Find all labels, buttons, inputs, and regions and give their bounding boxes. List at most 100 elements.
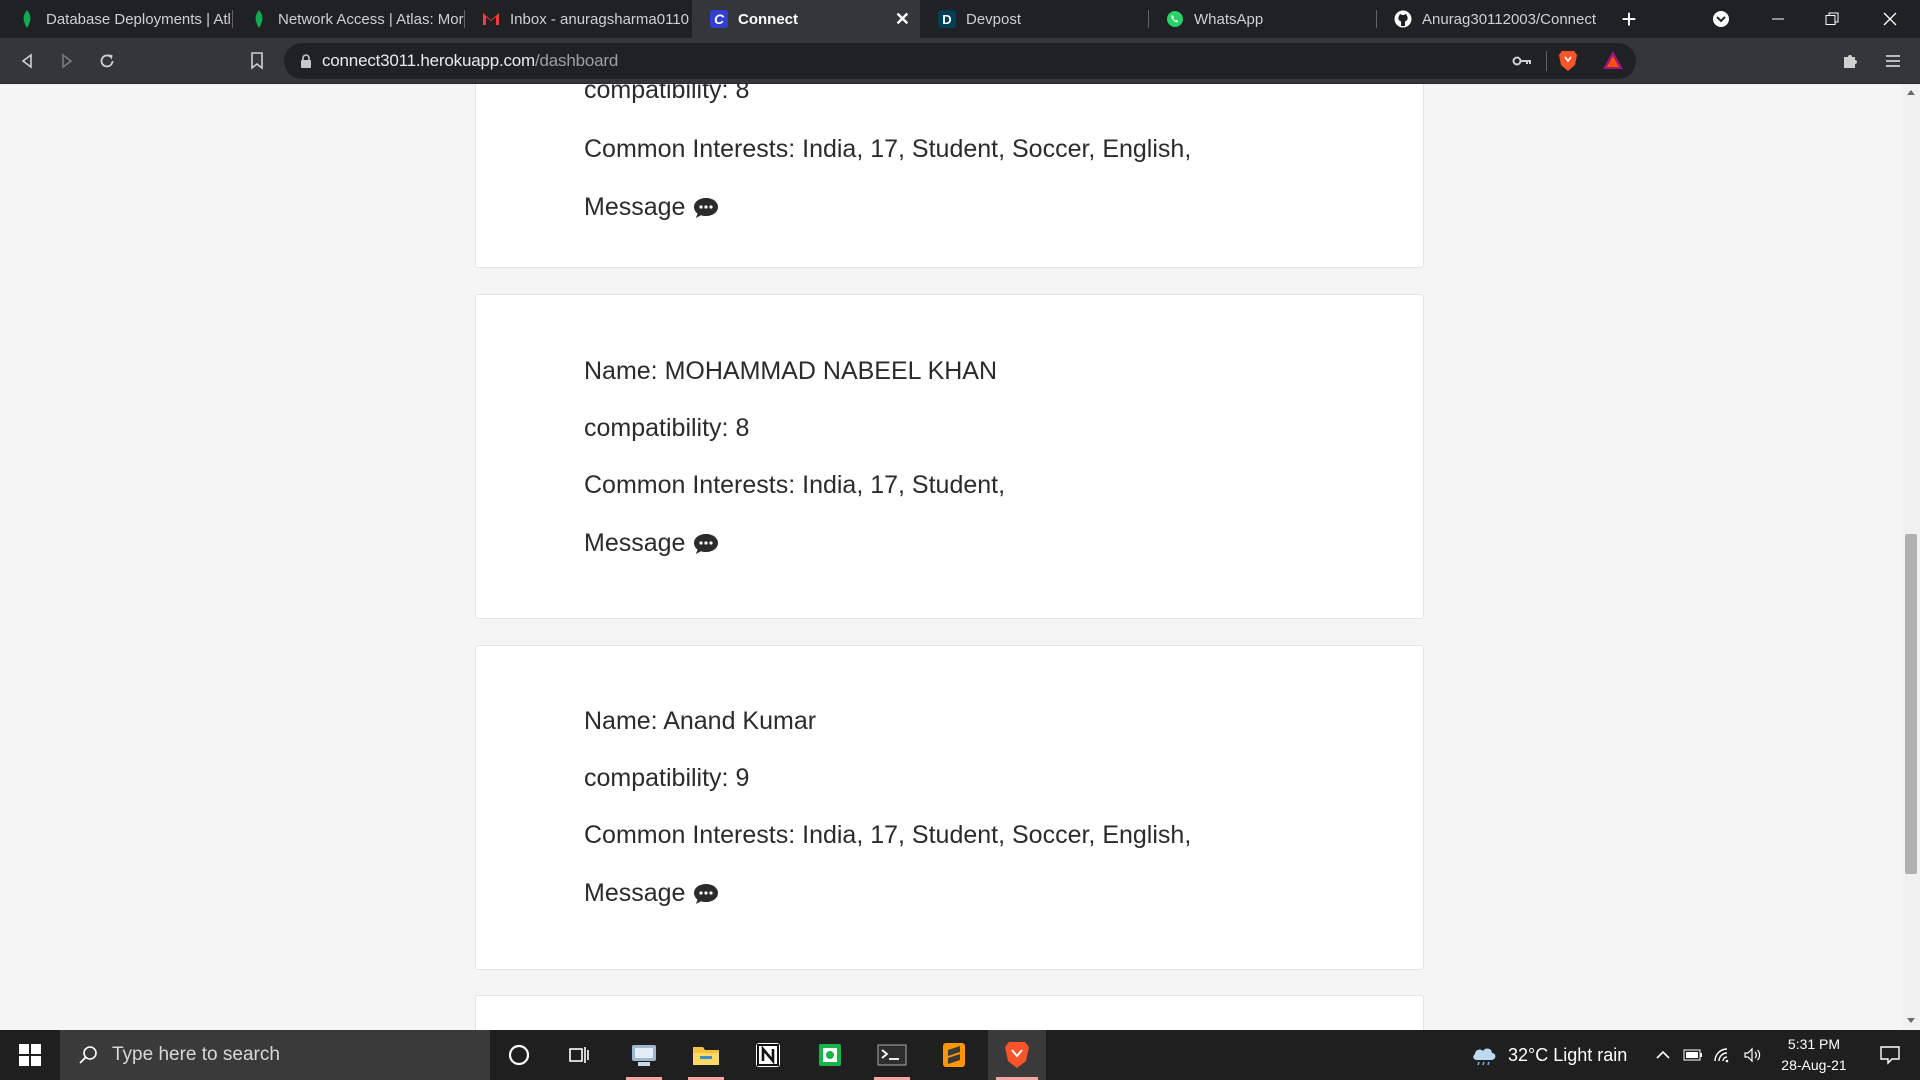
forward-arrow-icon bbox=[62, 53, 73, 69]
minimize-icon bbox=[1772, 18, 1784, 20]
tab-label: Connect bbox=[738, 10, 798, 28]
taskbar-app-green[interactable] bbox=[804, 1030, 856, 1080]
tab-whatsapp[interactable]: WhatsApp bbox=[1148, 0, 1376, 38]
whatsapp-icon bbox=[1166, 10, 1184, 28]
cortana-circle-icon bbox=[508, 1044, 530, 1066]
tab-label: Database Deployments | Atl bbox=[46, 10, 231, 28]
search-placeholder: Type here to search bbox=[112, 1044, 280, 1065]
minimize-button[interactable] bbox=[1760, 0, 1796, 38]
tab-label: Devpost bbox=[966, 10, 1022, 28]
taskbar-app-terminal[interactable] bbox=[866, 1030, 918, 1080]
rain-cloud-icon bbox=[1473, 1048, 1496, 1066]
devpost-d-icon: D bbox=[938, 10, 956, 28]
sublime-text-icon bbox=[943, 1043, 965, 1067]
message-label: Message bbox=[584, 193, 686, 221]
notifications-button[interactable] bbox=[1862, 1030, 1918, 1080]
weather-widget[interactable]: 32°C Light rain bbox=[1470, 1030, 1640, 1080]
folder-icon bbox=[693, 1047, 719, 1065]
message-link[interactable]: Message bbox=[584, 879, 719, 908]
match-card: Name: Anand Kumar compatibility: 9 Commo… bbox=[475, 645, 1424, 970]
taskbar-app-remote-desktop[interactable] bbox=[618, 1030, 670, 1080]
back-arrow-icon bbox=[21, 53, 32, 69]
notion-icon bbox=[756, 1043, 780, 1067]
chat-bubble-icon bbox=[693, 882, 719, 906]
restore-icon bbox=[1825, 12, 1839, 25]
reload-icon bbox=[100, 54, 114, 68]
chat-bubble-icon bbox=[693, 196, 719, 220]
taskbar-app-brave[interactable] bbox=[988, 1030, 1046, 1080]
message-label: Message bbox=[584, 529, 686, 557]
restore-button[interactable] bbox=[1814, 0, 1850, 38]
url-text: connect3011.herokuapp.com/dashboard bbox=[322, 51, 618, 71]
tab-github-repo[interactable]: Anurag30112003/Connect bbox=[1376, 0, 1596, 38]
scroll-up-arrow-icon[interactable] bbox=[1907, 90, 1915, 95]
match-common-interests: Common Interests: India, 17, Student, So… bbox=[584, 821, 1192, 849]
new-tab-button[interactable]: + bbox=[1614, 0, 1644, 38]
extensions-button[interactable] bbox=[1836, 46, 1866, 76]
show-hidden-icons-button[interactable] bbox=[1652, 1030, 1674, 1080]
key-icon[interactable] bbox=[1512, 52, 1532, 70]
message-link[interactable]: Message bbox=[584, 193, 719, 222]
chevron-up-icon bbox=[1656, 1050, 1670, 1059]
terminal-icon bbox=[877, 1044, 907, 1066]
close-tab-icon[interactable]: ✕ bbox=[895, 9, 910, 30]
address-bar[interactable]: connect3011.herokuapp.com/dashboard bbox=[284, 43, 1636, 79]
tab-connect[interactable]: C Connect ✕ bbox=[692, 0, 920, 38]
task-view-icon bbox=[569, 1047, 589, 1063]
tab-label: Network Access | Atlas: Mor bbox=[278, 10, 464, 28]
page-viewport: compatibility: 8 Common Interests: India… bbox=[0, 84, 1902, 1030]
start-button[interactable] bbox=[0, 1030, 60, 1080]
tab-database-deployments[interactable]: Database Deployments | Atl bbox=[0, 0, 232, 38]
scroll-down-arrow-icon[interactable] bbox=[1907, 1018, 1915, 1023]
tab-strip: Database Deployments | Atl Network Acces… bbox=[0, 0, 1920, 38]
bookmark-button[interactable] bbox=[242, 46, 272, 76]
task-view-button[interactable] bbox=[554, 1030, 604, 1080]
match-name: Name: MOHAMMAD NABEEL KHAN bbox=[584, 357, 998, 385]
menu-button[interactable] bbox=[1878, 46, 1908, 76]
tab-label: Anurag30112003/Connect bbox=[1422, 10, 1596, 28]
taskbar-app-notion[interactable] bbox=[742, 1030, 794, 1080]
close-window-button[interactable] bbox=[1872, 0, 1908, 38]
match-card: Name: MOHAMMAD NABEEL KHAN compatibility… bbox=[475, 294, 1424, 619]
browser-toolbar: connect3011.herokuapp.com/dashboard bbox=[0, 38, 1920, 84]
tab-search-button[interactable] bbox=[1706, 0, 1736, 38]
message-link[interactable]: Message bbox=[584, 529, 719, 558]
url-path: /dashboard bbox=[535, 51, 619, 70]
forward-button[interactable] bbox=[52, 46, 82, 76]
mongodb-leaf-icon bbox=[18, 10, 36, 28]
match-card: compatibility: 8 Common Interests: India… bbox=[475, 84, 1424, 268]
scrollbar-thumb[interactable] bbox=[1905, 534, 1917, 874]
tab-gmail-inbox[interactable]: Inbox - anuragsharma0110 bbox=[464, 0, 692, 38]
back-button[interactable] bbox=[12, 46, 42, 76]
reload-button[interactable] bbox=[92, 46, 122, 76]
clock-time: 5:31 PM bbox=[1787, 1036, 1841, 1052]
match-common-interests: Common Interests: India, 17, Student, So… bbox=[584, 135, 1192, 163]
match-card bbox=[475, 995, 1424, 1030]
notification-center-icon bbox=[1880, 1046, 1900, 1065]
taskbar-app-sublime-text[interactable] bbox=[928, 1030, 980, 1080]
brave-shields-icon[interactable] bbox=[1558, 49, 1578, 73]
brave-rewards-icon[interactable] bbox=[1602, 50, 1624, 70]
bookmark-icon bbox=[251, 52, 263, 70]
page-scrollbar[interactable] bbox=[1902, 84, 1920, 1030]
volume-icon[interactable] bbox=[1740, 1030, 1766, 1080]
weather-text: 32°C Light rain bbox=[1508, 1044, 1628, 1065]
tab-network-access[interactable]: Network Access | Atlas: Mor bbox=[232, 0, 464, 38]
tab-label: Inbox - anuragsharma0110 bbox=[510, 10, 690, 28]
cortana-button[interactable] bbox=[494, 1030, 544, 1080]
gmail-icon bbox=[482, 10, 500, 28]
lock-icon bbox=[300, 54, 312, 68]
wifi-icon[interactable] bbox=[1710, 1030, 1736, 1080]
clock-date: 28-Aug-21 bbox=[1781, 1057, 1847, 1073]
taskbar-search-box[interactable]: Type here to search bbox=[60, 1030, 490, 1080]
green-app-icon bbox=[819, 1044, 841, 1066]
match-name: Name: Anand Kumar bbox=[584, 707, 817, 735]
system-clock[interactable]: 5:31 PM 28-Aug-21 bbox=[1770, 1034, 1858, 1076]
chat-bubble-icon bbox=[693, 532, 719, 556]
connect-c-icon: C bbox=[710, 10, 728, 28]
taskbar-app-file-explorer[interactable] bbox=[680, 1030, 732, 1080]
url-host: connect3011.herokuapp.com bbox=[322, 51, 536, 70]
tab-devpost[interactable]: D Devpost bbox=[920, 0, 1148, 38]
battery-icon[interactable] bbox=[1680, 1030, 1706, 1080]
brave-lion-icon bbox=[1005, 1042, 1029, 1068]
